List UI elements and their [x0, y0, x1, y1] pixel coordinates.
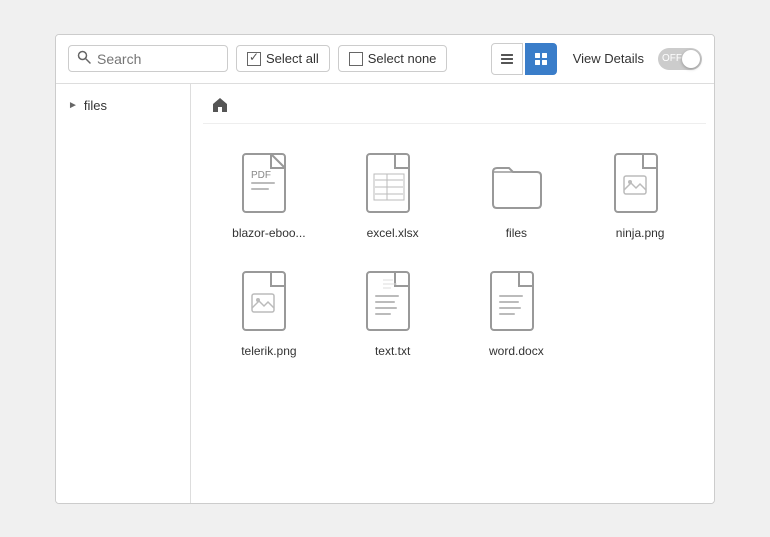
search-icon	[77, 50, 91, 67]
select-all-button[interactable]: Select all	[236, 45, 330, 72]
search-box[interactable]	[68, 45, 228, 72]
file-icon-folder	[486, 150, 546, 220]
file-name: excel.xlsx	[367, 226, 419, 240]
view-toggle-group	[491, 43, 557, 75]
view-details-label: View Details	[573, 51, 644, 66]
file-area: PDF blazor-eboo...	[195, 84, 714, 503]
svg-text:PDF: PDF	[251, 170, 271, 181]
select-all-icon	[247, 52, 261, 66]
select-none-button[interactable]: Select none	[338, 45, 448, 72]
file-item[interactable]: files	[459, 140, 575, 250]
sidebar-item-files[interactable]: ► files	[56, 92, 190, 119]
file-icon-image2	[239, 268, 299, 338]
select-none-icon	[349, 52, 363, 66]
file-item[interactable]: word.docx	[459, 258, 575, 368]
file-item[interactable]: text.txt	[335, 258, 451, 368]
file-icon-pdf: PDF	[239, 150, 299, 220]
file-name: telerik.png	[241, 344, 296, 358]
view-details-toggle[interactable]: OFF	[658, 48, 702, 70]
file-manager-window: Select all Select none	[55, 34, 715, 504]
file-grid: PDF blazor-eboo...	[203, 132, 706, 376]
file-icon-excel	[363, 150, 423, 220]
file-name: word.docx	[489, 344, 544, 358]
file-name: text.txt	[375, 344, 410, 358]
select-none-label: Select none	[368, 51, 437, 66]
list-view-button[interactable]	[491, 43, 523, 75]
toggle-off-label: OFF	[662, 53, 682, 64]
chevron-right-icon: ►	[68, 100, 78, 111]
file-item[interactable]: PDF blazor-eboo...	[211, 140, 327, 250]
file-item[interactable]: telerik.png	[211, 258, 327, 368]
main-area: ► files	[56, 84, 714, 503]
file-name: ninja.png	[616, 226, 665, 240]
home-icon[interactable]	[211, 96, 229, 119]
file-item[interactable]: ninja.png	[582, 140, 698, 250]
file-icon-text	[363, 268, 423, 338]
file-icon-image	[610, 150, 670, 220]
select-all-label: Select all	[266, 51, 319, 66]
search-input[interactable]	[97, 51, 219, 67]
file-name: blazor-eboo...	[232, 226, 305, 240]
file-icon-word	[486, 268, 546, 338]
sidebar: ► files	[56, 84, 191, 503]
toggle-knob	[682, 50, 700, 68]
sidebar-item-label: files	[84, 98, 107, 113]
file-item[interactable]: excel.xlsx	[335, 140, 451, 250]
toolbar: Select all Select none	[56, 35, 714, 84]
file-name: files	[506, 226, 527, 240]
grid-view-button[interactable]	[525, 43, 557, 75]
breadcrumb	[203, 92, 706, 124]
